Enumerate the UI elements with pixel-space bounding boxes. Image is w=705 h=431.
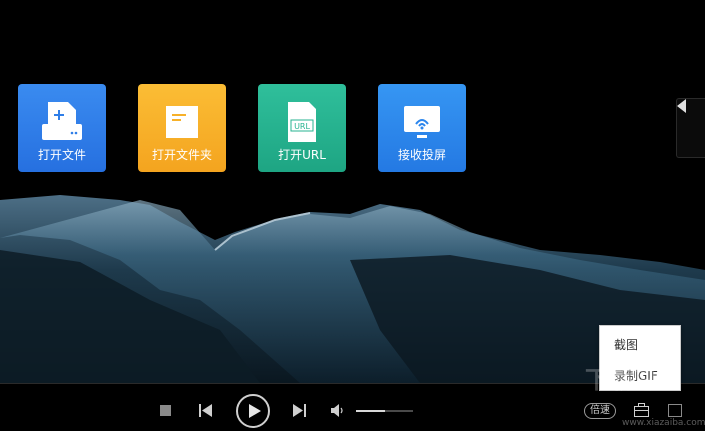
next-button[interactable] — [293, 404, 306, 417]
watermark-logo: 下载吧 — [585, 366, 655, 394]
toolbox-icon[interactable] — [634, 403, 649, 417]
volume-icon[interactable] — [331, 404, 345, 417]
folder-icon — [166, 106, 198, 138]
watermark-url: www.xiazaiba.com — [622, 418, 705, 428]
receive-screencast-label: 接收投屏 — [397, 148, 446, 162]
file-plus-icon — [42, 102, 82, 140]
playback-speed-button[interactable]: 倍速 — [584, 403, 616, 419]
play-icon — [249, 404, 261, 418]
previous-button[interactable] — [199, 404, 212, 417]
stop-button[interactable] — [160, 405, 171, 416]
fullscreen-button[interactable] — [668, 404, 682, 417]
volume-slider[interactable] — [356, 410, 413, 412]
open-folder-button[interactable]: 打开文件夹 — [138, 84, 226, 172]
play-button[interactable] — [236, 394, 270, 428]
open-url-label: 打开URL — [278, 148, 326, 162]
chevron-left-icon — [677, 99, 686, 113]
cast-screen-icon — [404, 106, 440, 138]
open-url-button[interactable]: URL 打开URL — [258, 84, 346, 172]
url-document-icon: URL — [288, 102, 316, 142]
volume-level — [356, 410, 385, 412]
open-folder-label: 打开文件夹 — [151, 148, 212, 162]
open-file-button[interactable]: 打开文件 — [18, 84, 106, 172]
side-panel-toggle[interactable] — [676, 98, 705, 158]
open-file-label: 打开文件 — [37, 148, 86, 162]
svg-text:URL: URL — [294, 122, 310, 131]
menu-item-screenshot[interactable]: 截图 — [614, 336, 638, 353]
receive-screencast-button[interactable]: 接收投屏 — [378, 84, 466, 172]
